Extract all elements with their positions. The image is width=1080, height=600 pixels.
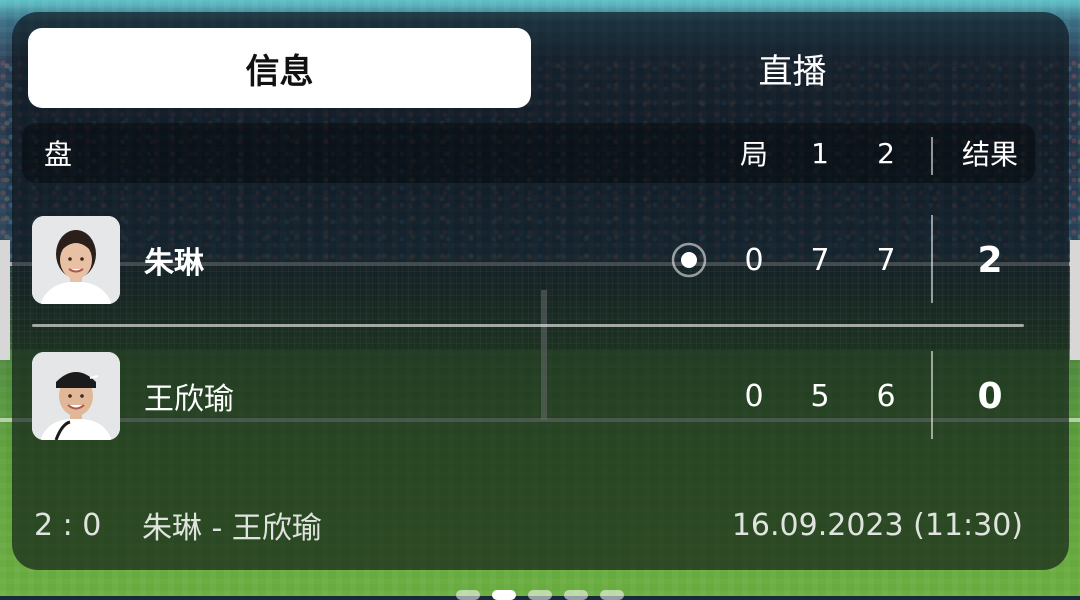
set2-column-header: 2 [877,136,895,170]
tab-info[interactable]: 信息 [28,28,531,108]
player-name: 朱琳 [144,246,204,281]
player-name: 王欣瑜 [144,382,234,417]
set2-score: 7 [876,242,896,278]
game-score: 0 [744,378,764,414]
net-post-left [0,240,10,360]
page-dot[interactable] [564,590,588,600]
set1-column-header: 1 [811,136,829,170]
player-row-1[interactable]: 朱琳 0 7 7 2 [22,215,1035,305]
player-photo-icon [32,216,120,304]
page-dot[interactable] [456,590,480,600]
result-column-header: 结果 [961,138,1018,171]
tab-live[interactable]: 直播 [541,28,1044,108]
tab-info-label: 信息 [245,51,314,92]
game-score: 0 [744,242,764,278]
page-dot[interactable] [600,590,624,600]
set-label: 盘 [44,138,73,171]
game-column-header: 局 [739,138,768,171]
set1-score: 7 [810,242,830,278]
page-indicator [456,588,626,600]
footer-datetime: 16.09.2023 (11:30) [731,507,1023,543]
player-photo-icon [32,352,120,440]
page-dot[interactable] [528,590,552,600]
tab-bar: 信息 直播 [28,28,1054,108]
result-divider [931,351,933,439]
match-result: 0 [977,375,1003,417]
player-row-2[interactable]: 王欣瑜 0 5 6 0 [22,351,1035,441]
header-divider [931,137,933,175]
set1-score: 5 [810,378,830,414]
score-header-row: 盘 局 1 2 结果 [22,123,1035,183]
tab-live-label: 直播 [758,51,827,92]
footer-total-score: 2 : 0 [34,507,102,543]
player-separator [32,324,1024,327]
match-footer: 2 : 0 朱琳 - 王欣瑜 16.09.2023 (11:30) [22,500,1035,550]
net-post-right [1070,240,1080,360]
player-avatar [32,352,120,440]
match-result: 2 [977,239,1003,281]
set2-score: 6 [876,378,896,414]
result-divider [931,215,933,303]
footer-match-title: 朱琳 - 王欣瑜 [142,511,322,546]
serving-indicator-icon [671,242,707,278]
page-dot-active[interactable] [492,590,516,600]
player-avatar [32,216,120,304]
